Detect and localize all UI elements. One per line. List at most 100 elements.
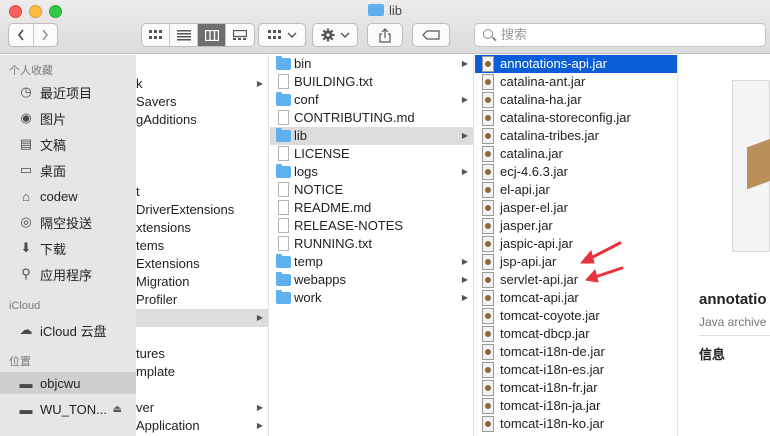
list-item[interactable]: jasper-el.jar — [475, 199, 677, 217]
list-item[interactable]: LICENSE — [270, 145, 473, 163]
list-item[interactable]: Migration — [136, 273, 268, 291]
list-item[interactable]: Extensions — [136, 255, 268, 273]
list-item[interactable]: tomcat-coyote.jar — [475, 307, 677, 325]
list-item[interactable]: CONTRIBUTING.md — [270, 109, 473, 127]
folder-icon — [276, 164, 291, 178]
sidebar-item[interactable]: ▬ objcwu — [0, 372, 136, 394]
list-view-button[interactable] — [170, 24, 198, 46]
list-item[interactable]: gAdditions — [136, 111, 268, 129]
list-item[interactable]: catalina.jar — [475, 145, 677, 163]
sidebar-item-label: WU_TON... — [40, 401, 107, 417]
document-icon — [278, 110, 289, 125]
list-item[interactable] — [136, 381, 268, 399]
home-icon: ⌂ — [22, 188, 30, 204]
sidebar-item[interactable]: ⬇ 下载 — [0, 237, 136, 259]
list-item-label: tures — [136, 346, 165, 361]
list-item[interactable]: jasper.jar — [475, 217, 677, 235]
list-item[interactable]: k ▶ — [136, 75, 268, 93]
list-item[interactable]: catalina-ant.jar — [475, 73, 677, 91]
list-item[interactable]: README.md — [270, 199, 473, 217]
eject-icon[interactable]: ⏏ — [113, 404, 122, 415]
gallery-view-button[interactable] — [226, 24, 254, 46]
list-item[interactable]: annotations-api.jar — [475, 55, 677, 73]
list-item[interactable] — [136, 147, 268, 165]
list-item[interactable]: tomcat-i18n-fr.jar — [475, 379, 677, 397]
jar-file-icon — [482, 362, 494, 378]
list-item[interactable]: t — [136, 183, 268, 201]
tag-button[interactable] — [412, 23, 450, 47]
list-item[interactable]: catalina-storeconfig.jar — [475, 109, 677, 127]
list-item[interactable]: Profiler — [136, 291, 268, 309]
sidebar-item[interactable]: ▬ WU_TON... ⏏ — [0, 398, 136, 420]
list-item-label: catalina-storeconfig.jar — [500, 110, 631, 125]
group-button[interactable] — [258, 23, 306, 47]
sidebar-item[interactable]: ▤ 文稿 — [0, 133, 136, 155]
list-item-label: tomcat-coyote.jar — [500, 308, 600, 323]
chevron-left-icon — [17, 29, 24, 41]
folder-icon — [276, 272, 291, 286]
list-item-label: jaspic-api.jar — [500, 236, 573, 251]
list-item[interactable]: NOTICE — [270, 181, 473, 199]
sidebar-item[interactable]: ▭ 桌面 — [0, 159, 136, 181]
list-item[interactable]: tures — [136, 345, 268, 363]
search-input[interactable]: 搜索 — [474, 23, 766, 47]
list-item[interactable]: logs ▶ — [270, 163, 473, 181]
list-item[interactable]: tomcat-dbcp.jar — [475, 325, 677, 343]
sidebar-item[interactable]: ☁ iCloud 云盘 — [0, 319, 136, 341]
list-item-label: Savers — [136, 94, 177, 109]
list-item[interactable]: RUNNING.txt — [270, 235, 473, 253]
list-item[interactable]: conf ▶ — [270, 91, 473, 109]
share-button[interactable] — [367, 23, 403, 47]
list-item-label: jasper.jar — [500, 218, 553, 233]
gear-icon — [321, 28, 334, 42]
list-item-label: BUILDING.txt — [294, 74, 373, 89]
action-menu-button[interactable] — [312, 23, 358, 47]
list-item[interactable]: ecj-4.6.3.jar — [475, 163, 677, 181]
list-item[interactable]: catalina-tribes.jar — [475, 127, 677, 145]
folder-icon — [276, 128, 291, 142]
list-item[interactable] — [136, 129, 268, 147]
list-item[interactable]: DriverExtensions — [136, 201, 268, 219]
sidebar-item[interactable]: ⌂ codew — [0, 185, 136, 207]
jar-file-icon — [482, 200, 494, 216]
list-item[interactable]: tomcat-i18n-ko.jar — [475, 415, 677, 433]
sidebar-item[interactable]: ◎ 隔空投送 — [0, 211, 136, 233]
forward-button[interactable] — [34, 24, 58, 46]
list-item-label: tomcat-i18n-es.jar — [500, 362, 605, 377]
list-item[interactable]: lib ▶ — [270, 127, 473, 145]
list-item[interactable]: tomcat-i18n-es.jar — [475, 361, 677, 379]
share-icon — [379, 27, 391, 43]
sidebar-item-label: codew — [40, 188, 78, 204]
column-view-button[interactable] — [198, 24, 226, 46]
list-item[interactable]: webapps ▶ — [270, 271, 473, 289]
document-icon — [278, 74, 289, 89]
column-applications[interactable]: k ▶ Savers gAdditions t DriverExtensions xtens… — [136, 55, 269, 436]
list-item-label: mplate — [136, 364, 176, 379]
list-item[interactable] — [136, 165, 268, 183]
cloud-icon: ☁ — [19, 322, 33, 337]
sidebar-item[interactable]: ◷ 最近项目 — [0, 81, 136, 103]
list-item[interactable]: ver ▶ — [136, 399, 268, 417]
list-item[interactable]: Savers — [136, 93, 268, 111]
list-item[interactable]: tomcat-i18n-ja.jar — [475, 397, 677, 415]
list-item[interactable] — [136, 327, 268, 345]
list-item[interactable]: mplate — [136, 363, 268, 381]
list-item[interactable]: catalina-ha.jar — [475, 91, 677, 109]
sidebar-item[interactable]: ⚲ 应用程序 — [0, 263, 136, 285]
list-item[interactable]: ▶ — [136, 309, 268, 327]
back-button[interactable] — [9, 24, 34, 46]
list-item[interactable]: el-api.jar — [475, 181, 677, 199]
list-item[interactable]: xtensions — [136, 219, 268, 237]
list-item[interactable]: temp ▶ — [270, 253, 473, 271]
icon-view-button[interactable] — [142, 24, 170, 46]
sidebar-item[interactable]: ◉ 图片 — [0, 107, 136, 129]
column-tomcat[interactable]: bin ▶ BUILDING.txt conf ▶ CONTRIBUTING.md lib ▶… — [270, 55, 474, 436]
list-item[interactable]: bin ▶ — [270, 55, 473, 73]
list-item[interactable]: work ▶ — [270, 289, 473, 307]
list-item[interactable]: RELEASE-NOTES — [270, 217, 473, 235]
list-item-label: DriverExtensions — [136, 202, 235, 217]
list-item[interactable]: tems — [136, 237, 268, 255]
list-item[interactable]: tomcat-i18n-de.jar — [475, 343, 677, 361]
list-item[interactable]: BUILDING.txt — [270, 73, 473, 91]
list-item[interactable]: Application ▶ — [136, 417, 268, 435]
